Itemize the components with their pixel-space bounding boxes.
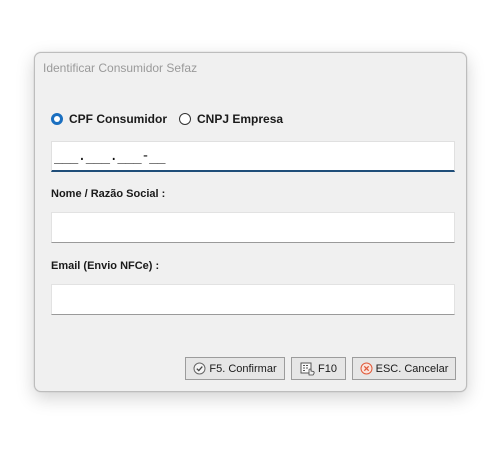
identify-consumer-dialog: Identificar Consumidor Sefaz CPF Consumi… xyxy=(34,52,467,392)
keypad-hand-icon xyxy=(300,362,315,376)
radio-cpf-label[interactable]: CPF Consumidor xyxy=(69,112,167,126)
radio-cnpj-label[interactable]: CNPJ Empresa xyxy=(197,112,283,126)
dialog-title: Identificar Consumidor Sefaz xyxy=(43,61,198,75)
radio-unchecked-icon[interactable] xyxy=(179,113,191,125)
cancel-circle-icon xyxy=(360,362,373,375)
name-input[interactable] xyxy=(51,212,455,243)
document-type-radio-group: CPF Consumidor CNPJ Empresa xyxy=(51,112,295,126)
check-circle-icon xyxy=(193,362,206,375)
radio-cnpj-empresa[interactable]: CNPJ Empresa xyxy=(179,112,283,126)
radio-checked-icon[interactable] xyxy=(51,113,63,125)
email-input[interactable] xyxy=(51,284,455,315)
confirm-button[interactable]: F5. Confirmar xyxy=(185,357,285,380)
name-label: Nome / Razão Social : xyxy=(51,188,166,200)
cpf-input[interactable]: ___.___.___-__ xyxy=(51,141,455,172)
cancel-button[interactable]: ESC. Cancelar xyxy=(352,357,456,380)
confirm-button-label: F5. Confirmar xyxy=(209,362,277,375)
cancel-button-label: ESC. Cancelar xyxy=(375,362,449,375)
radio-cpf-consumidor[interactable]: CPF Consumidor xyxy=(51,112,167,126)
email-label: Email (Envio NFCe) : xyxy=(51,260,160,272)
f10-button-label: F10 xyxy=(318,362,337,375)
f10-button[interactable]: F10 xyxy=(291,357,346,380)
